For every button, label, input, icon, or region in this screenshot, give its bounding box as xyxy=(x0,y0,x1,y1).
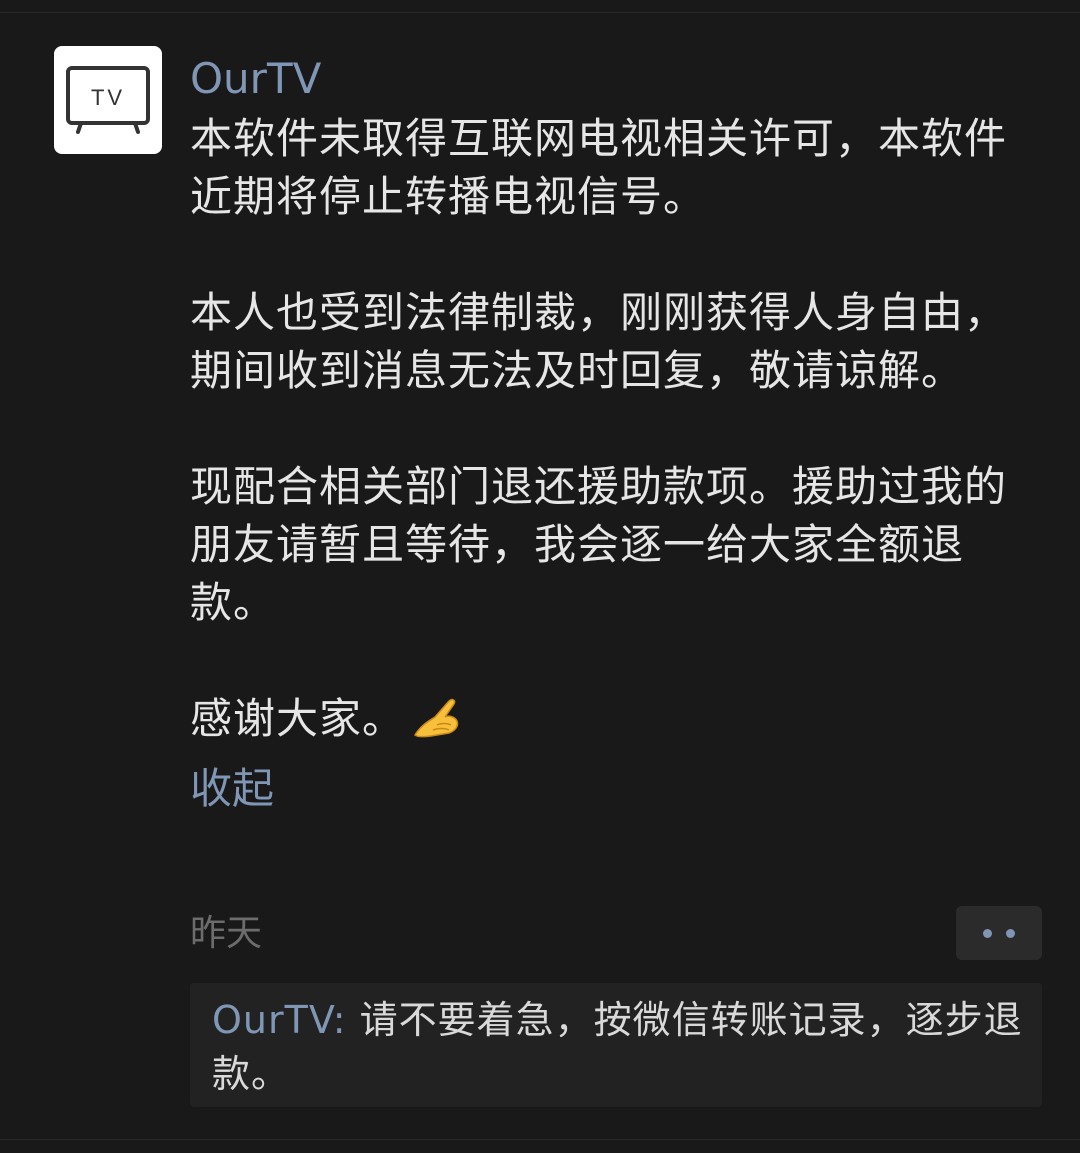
post-body: 本软件未取得互联网电视相关许可，本软件近期将停止转播电视信号。 本人也受到法律制… xyxy=(190,110,1025,754)
top-divider xyxy=(0,12,1080,13)
avatar[interactable]: TV xyxy=(54,46,162,154)
comment-box: OurTV: 请不要着急，按微信转账记录，逐步退款。 xyxy=(190,983,1042,1107)
dot-icon xyxy=(1006,928,1015,938)
more-options-button[interactable] xyxy=(956,906,1042,960)
avatar-text: TV xyxy=(91,85,125,110)
dot-icon xyxy=(983,928,992,938)
post-paragraph-1: 本软件未取得互联网电视相关许可，本软件近期将停止转播电视信号。 xyxy=(190,114,1008,221)
timestamp: 昨天 xyxy=(190,913,263,954)
collapse-link[interactable]: 收起 xyxy=(190,760,274,818)
pinched-hand-emoji-icon xyxy=(411,695,463,754)
post-paragraph-3: 现配合相关部门退还援助款项。援助过我的朋友请暂且等待，我会逐一给大家全额退款。 xyxy=(190,462,1008,627)
post-content: OurTV 本软件未取得互联网电视相关许可，本软件近期将停止转播电视信号。 本人… xyxy=(190,48,1025,818)
bottom-divider xyxy=(0,1139,1080,1140)
comment-separator: : xyxy=(332,998,360,1042)
post-paragraph-2: 本人也受到法律制裁，刚刚获得人身自由，期间收到消息无法及时回复，敬请谅解。 xyxy=(190,288,1008,395)
author-name[interactable]: OurTV xyxy=(190,48,1025,110)
post-paragraph-4: 感谢大家。 xyxy=(190,690,1025,754)
tv-icon: TV xyxy=(66,66,150,134)
post-meta: 昨天 xyxy=(190,906,1042,962)
comment-author[interactable]: OurTV xyxy=(212,998,333,1042)
thanks-text: 感谢大家。 xyxy=(190,694,406,743)
